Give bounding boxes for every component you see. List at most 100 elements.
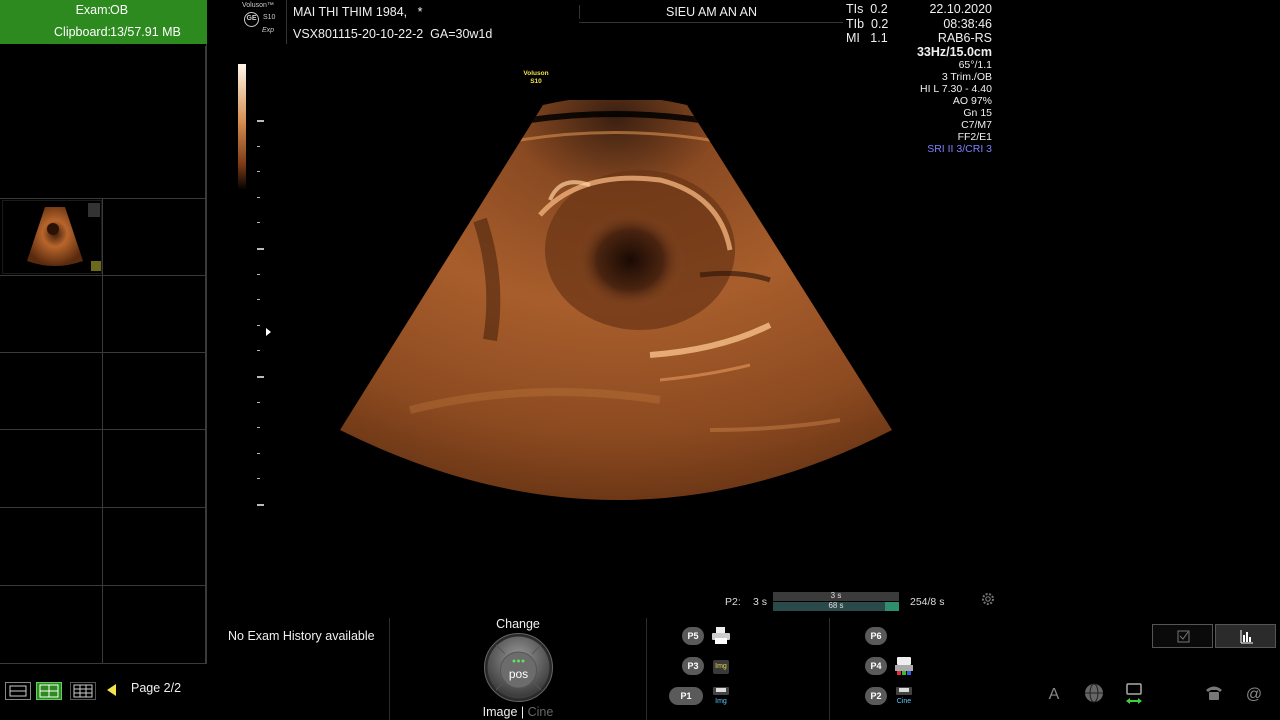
date-label: 22.10.2020 — [929, 2, 992, 16]
mode-cine[interactable]: Cine — [528, 705, 554, 719]
report-chart-button[interactable] — [1215, 624, 1276, 648]
gain: Gn 15 — [963, 107, 992, 119]
c-m-setting: C7/M7 — [961, 119, 992, 131]
sri-cri-setting: SRI II 3/CRI 3 — [927, 143, 992, 155]
model-label: S10 — [263, 14, 276, 21]
font-icon[interactable]: A — [1043, 682, 1065, 704]
img-label-2: Img — [715, 698, 727, 705]
depth-tick — [257, 324, 260, 326]
depth-scale — [255, 120, 269, 520]
left-panel: Exam: OB Clipboard: 13/57.91 MB — [0, 0, 207, 664]
voluson-logo: Voluson™ GE S10 Exp — [240, 0, 280, 40]
pos-knob[interactable]: pos — [483, 632, 554, 703]
clipboard-cell[interactable] — [0, 586, 103, 664]
globe-icon[interactable] — [1083, 682, 1105, 704]
cine-frames: 254/8 s — [910, 596, 945, 608]
clipboard-cell[interactable] — [0, 353, 103, 430]
save-image-icon[interactable]: Img — [710, 656, 732, 676]
time-label: 08:38:46 — [943, 16, 992, 31]
exam-label: Exam: — [75, 3, 111, 17]
depth-tick — [257, 376, 264, 378]
clipboard-label: Clipboard: — [54, 25, 111, 39]
cine-slider[interactable]: 3 s 68 s — [773, 591, 899, 612]
depth-tick — [257, 452, 260, 454]
divider — [579, 22, 843, 23]
p3-button[interactable]: P3 — [682, 657, 704, 675]
depth-tick — [257, 145, 260, 147]
grid-4-layout-button[interactable] — [36, 682, 62, 700]
p6-button[interactable]: P6 — [865, 627, 887, 645]
clipboard-cell[interactable] — [103, 199, 206, 276]
color-printer-icon[interactable] — [893, 656, 915, 676]
img-label: Img — [715, 663, 727, 670]
ge-logo-icon: GE — [244, 12, 259, 27]
depth-tick — [257, 504, 264, 506]
depth-tick — [257, 273, 260, 275]
depth-tick — [257, 478, 260, 480]
tis-index: TIs 0.2 — [846, 2, 888, 16]
patient-name: MAI THI THIM 1984, * — [293, 5, 423, 19]
angle: 65°/1.1 — [958, 59, 992, 71]
grayscale-bar — [238, 64, 246, 190]
clipboard-thumbnail[interactable] — [2, 200, 102, 274]
p1-button[interactable]: P1 — [669, 687, 703, 705]
clipboard-cell[interactable] — [103, 353, 206, 430]
clipboard-cell[interactable] — [103, 586, 206, 664]
clipboard-cell[interactable] — [0, 508, 103, 586]
depth-tick — [257, 196, 260, 198]
ultrasound-image[interactable] — [330, 100, 905, 515]
p2-button[interactable]: P2 — [865, 687, 887, 705]
focus-marker-icon[interactable] — [266, 328, 271, 336]
p5-button[interactable]: P5 — [682, 627, 704, 645]
phone-icon[interactable] — [1203, 682, 1225, 704]
safety-indices: TIs 0.2 TIb 0.2 MI 1.1 — [846, 2, 898, 45]
gestational-age: GA=30w1d — [430, 27, 493, 41]
divider — [646, 618, 647, 720]
exam-info-box: Exam: OB Clipboard: 13/57.91 MB — [0, 0, 207, 44]
single-layout-button[interactable] — [5, 682, 31, 700]
svg-text:A: A — [1049, 686, 1060, 703]
grid-9-layout-button[interactable] — [70, 682, 96, 700]
divider — [389, 618, 390, 720]
change-label: Change — [496, 617, 540, 631]
network-icon[interactable] — [1123, 682, 1145, 704]
ff-e-setting: FF2/E1 — [957, 131, 992, 143]
patient-bar[interactable]: MAI THI THIM 1984, * VSX801115-20-10-22-… — [286, 0, 844, 44]
save-cine-icon[interactable]: Cine — [893, 686, 915, 706]
knob-label: pos — [509, 667, 528, 681]
clipboard-cell[interactable] — [103, 508, 206, 586]
mode-selector[interactable]: Image | Cine — [470, 705, 566, 719]
gear-icon[interactable] — [980, 591, 996, 607]
patient-flag: * — [417, 5, 423, 19]
page-back-icon[interactable] — [107, 684, 116, 696]
depth-tick — [257, 350, 260, 352]
depth-tick — [257, 248, 264, 250]
cine-bar-bottom-label: 68 s — [828, 601, 844, 610]
cine-duration: 3 s — [753, 596, 768, 608]
hospital-name: SIEU AM AN AN — [579, 5, 843, 19]
clipboard-cell[interactable] — [103, 430, 206, 508]
clipboard-cell[interactable] — [0, 46, 206, 199]
clipboard-cell[interactable] — [0, 276, 103, 353]
depth-tick — [257, 299, 260, 301]
datetime-probe: 22.10.2020 08:38:46 RAB6-RS — [929, 2, 992, 46]
clipboard-grid — [0, 46, 206, 664]
clipboard-cell[interactable] — [103, 276, 206, 353]
depth-tick — [257, 120, 264, 122]
clipboard-cell[interactable] — [0, 430, 103, 508]
save-disk-icon[interactable]: Img — [710, 686, 732, 706]
printer-icon[interactable] — [710, 626, 732, 646]
scan-parameters: 33Hz/15.0cm 65°/1.1 3 Trim./OB HI L 7.30… — [917, 45, 992, 155]
svg-text:@: @ — [1246, 686, 1262, 703]
checklist-button[interactable] — [1152, 624, 1213, 648]
depth-tick — [257, 401, 260, 403]
p4-button[interactable]: P4 — [865, 657, 887, 675]
acoustic-output: AO 97% — [952, 95, 992, 107]
at-icon[interactable]: @ — [1243, 682, 1265, 704]
cine-preset-label: P2: — [725, 596, 741, 608]
depth-tick — [257, 427, 260, 429]
brand-label: Voluson™ — [242, 2, 274, 9]
exam-value: OB — [110, 3, 129, 17]
mode-image[interactable]: Image — [483, 705, 518, 719]
page-indicator: Page 2/2 — [131, 681, 182, 695]
